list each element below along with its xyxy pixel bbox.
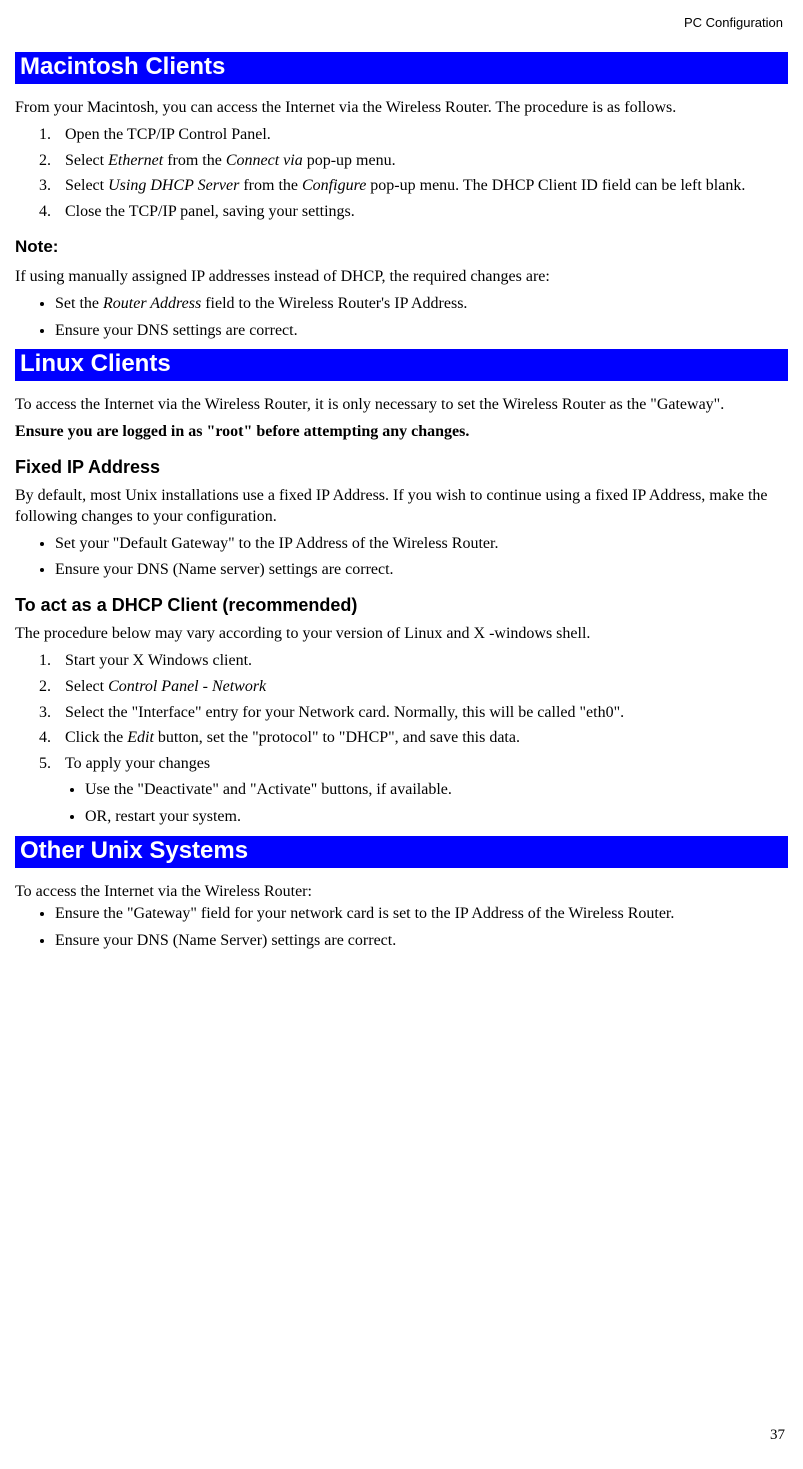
dhcp-intro: The procedure below may vary according t… [15, 624, 788, 645]
list-item: Ensure your DNS (Name Server) settings a… [55, 931, 788, 952]
page-number: 37 [770, 1427, 785, 1444]
list-item: Close the TCP/IP panel, saving your sett… [55, 202, 788, 223]
list-item: Start your X Windows client. [55, 651, 788, 672]
unix-intro: To access the Internet via the Wireless … [15, 882, 788, 903]
unix-bullets: Ensure the "Gateway" field for your netw… [55, 904, 788, 952]
heading-other-unix: Other Unix Systems [15, 836, 788, 868]
list-item: Open the TCP/IP Control Panel. [55, 125, 788, 146]
note-bullets: Set the Router Address field to the Wire… [55, 294, 788, 342]
list-item: Select Using DHCP Server from the Config… [55, 176, 788, 197]
list-item: Use the "Deactivate" and "Activate" butt… [85, 780, 788, 801]
dhcp-steps-list: Start your X Windows client. Select Cont… [55, 651, 788, 775]
linux-root-warning: Ensure you are logged in as "root" befor… [15, 422, 788, 443]
list-item: Ensure the "Gateway" field for your netw… [55, 904, 788, 925]
heading-linux: Linux Clients [15, 349, 788, 381]
note-intro: If using manually assigned IP addresses … [15, 267, 788, 288]
list-item: Select the "Interface" entry for your Ne… [55, 703, 788, 724]
fixed-ip-bullets: Set your "Default Gateway" to the IP Add… [55, 534, 788, 582]
dhcp-sub-bullets: Use the "Deactivate" and "Activate" butt… [85, 780, 788, 828]
mac-intro: From your Macintosh, you can access the … [15, 98, 788, 119]
list-item: To apply your changes [55, 754, 788, 775]
heading-macintosh: Macintosh Clients [15, 52, 788, 84]
list-item: Set the Router Address field to the Wire… [55, 294, 788, 315]
list-item: Ensure your DNS settings are correct. [55, 321, 788, 342]
list-item: Ensure your DNS (Name server) settings a… [55, 560, 788, 581]
note-heading: Note: [15, 237, 788, 257]
fixed-ip-intro: By default, most Unix installations use … [15, 486, 788, 528]
heading-fixed-ip: Fixed IP Address [15, 457, 788, 478]
mac-steps-list: Open the TCP/IP Control Panel. Select Et… [55, 125, 788, 223]
page-header-label: PC Configuration [15, 15, 788, 30]
list-item: Select Control Panel - Network [55, 677, 788, 698]
list-item: OR, restart your system. [85, 807, 788, 828]
heading-dhcp-client: To act as a DHCP Client (recommended) [15, 595, 788, 616]
linux-intro: To access the Internet via the Wireless … [15, 395, 788, 416]
list-item: Click the Edit button, set the "protocol… [55, 728, 788, 749]
list-item: Select Ethernet from the Connect via pop… [55, 151, 788, 172]
list-item: Set your "Default Gateway" to the IP Add… [55, 534, 788, 555]
